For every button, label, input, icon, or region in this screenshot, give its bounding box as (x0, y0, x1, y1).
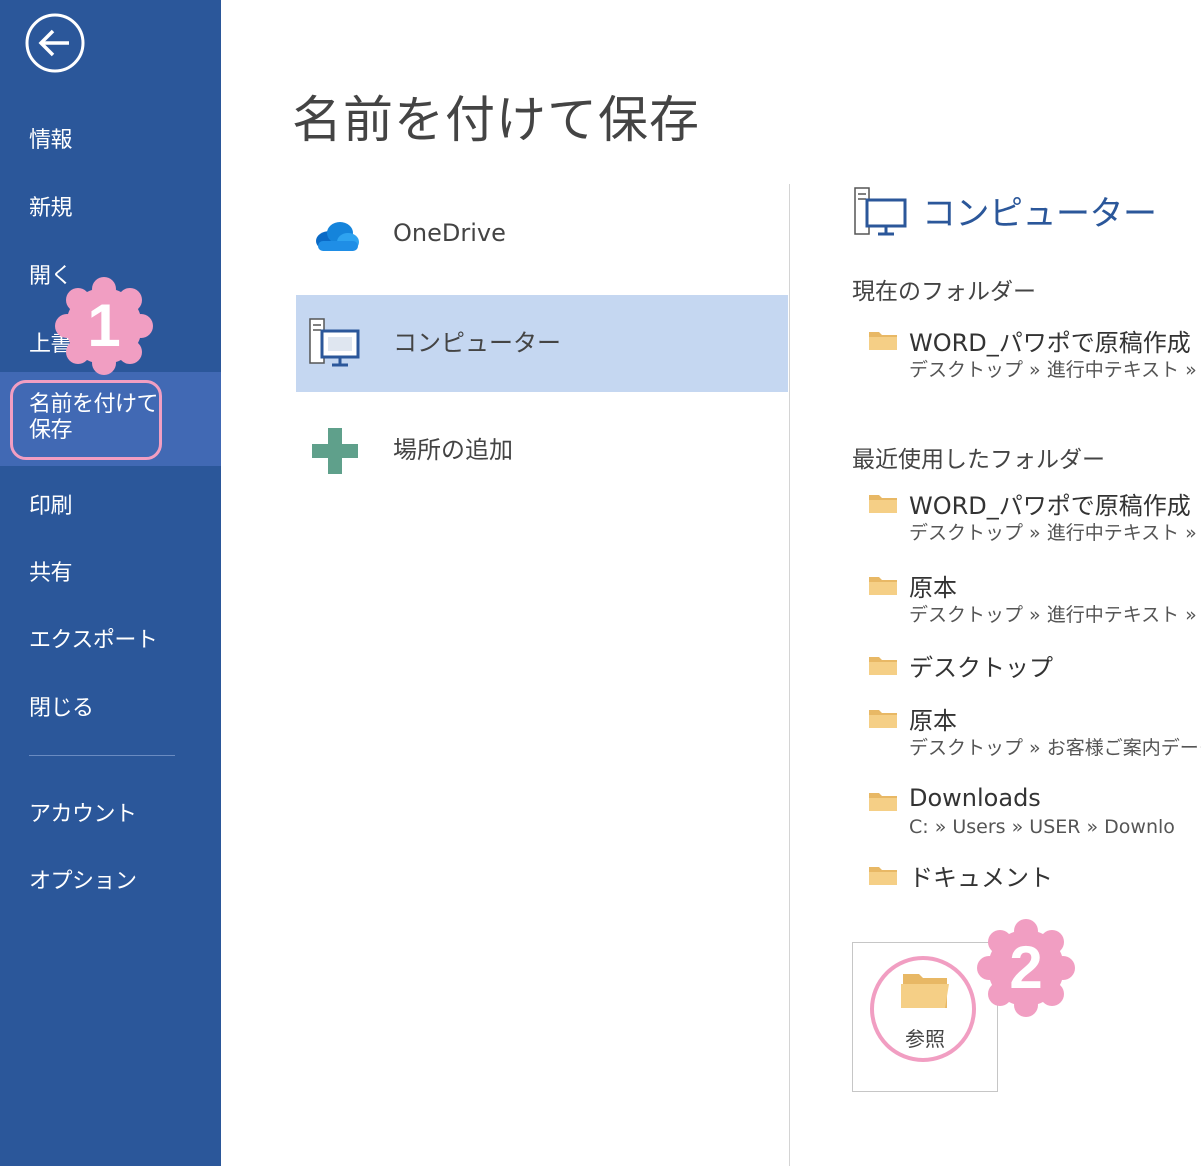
current-folder-label: 現在のフォルダー (852, 279, 1036, 305)
folder-name: 原本 (909, 707, 957, 735)
back-arrow-icon (25, 13, 85, 73)
annotation-badge-2: 2 (976, 918, 1076, 1018)
folder-name: デスクトップ (909, 654, 1053, 682)
folder-name: WORD_パワポで原稿作成 (909, 492, 1191, 520)
nav-print[interactable]: 印刷 (0, 488, 221, 520)
nav-share[interactable]: 共有 (0, 555, 221, 587)
folder-path: C: » Users » USER » Downlo (909, 816, 1175, 838)
nav-account[interactable]: アカウント (0, 796, 221, 828)
annotation-badge-1-number: 1 (87, 292, 121, 359)
back-button[interactable] (24, 12, 86, 74)
cloud-icon (316, 222, 359, 251)
folder-path: デスクトップ » 進行中テキスト » 卒 (909, 604, 1201, 626)
folder-name: ドキュメント (909, 864, 1053, 892)
folder-item[interactable]: WORD_パワポで原稿作成 デスクトップ » 進行中テキスト » 卒 (868, 488, 1201, 550)
folder-name: WORD_パワポで原稿作成 (909, 329, 1191, 357)
plus-icon (312, 428, 358, 474)
right-heading: コンピューター (922, 194, 1157, 234)
nav-close[interactable]: 閉じる (0, 690, 221, 722)
location-computer[interactable]: コンピューター (296, 295, 788, 392)
folder-item[interactable]: 原本 デスクトップ » お客様ご案内データb (868, 703, 1201, 765)
annotation-badge-2-number: 2 (1009, 934, 1043, 1001)
page-title: 名前を付けて保存 (292, 91, 700, 149)
folder-icon (869, 495, 897, 513)
location-label: OneDrive (393, 219, 506, 247)
nav-options[interactable]: オプション (0, 863, 221, 895)
computer-icon (854, 187, 907, 236)
folder-icon (869, 577, 897, 595)
location-onedrive[interactable]: OneDrive (296, 185, 788, 282)
nav-new[interactable]: 新規 (0, 190, 221, 222)
annotation-ring-1 (10, 380, 162, 460)
backstage-sidebar: 情報 新規 開く 上書き保存 名前を付けて 保存 印刷 共有 エクスポート 閉じ… (0, 0, 221, 1166)
column-divider (789, 184, 790, 1166)
nav-info[interactable]: 情報 (0, 122, 221, 154)
folder-item[interactable]: デスクトップ (868, 650, 1201, 686)
folder-name: 原本 (909, 574, 957, 602)
folder-item[interactable]: Downloads C: » Users » USER » Downlo (868, 784, 1201, 848)
folder-icon (869, 867, 897, 885)
folder-icon (869, 793, 897, 811)
location-label: コンピューター (393, 329, 561, 357)
annotation-ring-2 (870, 956, 976, 1062)
location-add-place[interactable]: 場所の追加 (296, 402, 788, 499)
folder-name: Downloads (909, 784, 1041, 812)
folder-path: デスクトップ » 進行中テキスト » 卒 (909, 522, 1201, 544)
folder-item[interactable]: WORD_パワポで原稿作成 デスクトップ » 進行中テキスト » 卒 (868, 325, 1201, 387)
folder-item[interactable]: ドキュメント (868, 860, 1201, 896)
computer-icon (309, 318, 360, 367)
folder-item[interactable]: 原本 デスクトップ » 進行中テキスト » 卒 (868, 570, 1201, 632)
folder-icon (869, 657, 897, 675)
location-label: 場所の追加 (393, 436, 513, 464)
folder-icon (869, 332, 897, 350)
recent-folders-label: 最近使用したフォルダー (852, 447, 1105, 473)
annotation-badge-1: 1 (54, 276, 154, 376)
nav-export[interactable]: エクスポート (0, 622, 221, 654)
folder-icon (869, 710, 897, 728)
sidebar-divider (29, 755, 175, 756)
folder-path: デスクトップ » 進行中テキスト » 卒 (909, 359, 1201, 381)
folder-path: デスクトップ » お客様ご案内データb (909, 737, 1201, 759)
